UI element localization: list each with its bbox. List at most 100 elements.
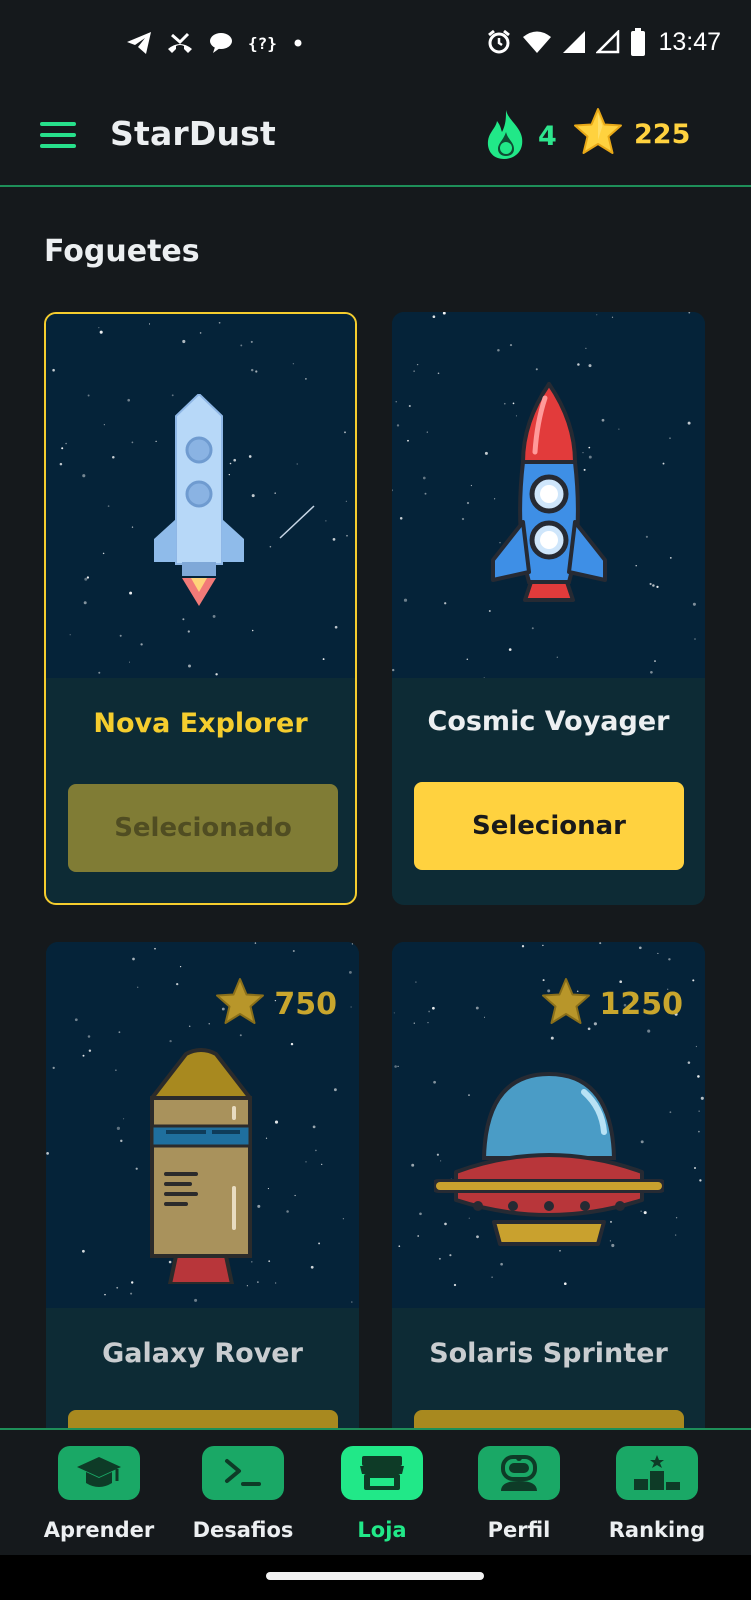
nav-label: Loja bbox=[357, 1518, 407, 1542]
background-star bbox=[693, 1166, 697, 1170]
background-star bbox=[269, 545, 272, 548]
background-star bbox=[437, 372, 440, 375]
background-star bbox=[102, 552, 105, 555]
rocket-card-cosmic-voyager[interactable]: Cosmic Voyager Selecionar bbox=[392, 312, 705, 905]
background-star bbox=[274, 492, 276, 494]
background-star bbox=[596, 314, 598, 316]
background-star bbox=[239, 1034, 242, 1037]
background-star bbox=[83, 601, 87, 605]
background-star bbox=[483, 1016, 486, 1018]
background-star bbox=[292, 363, 295, 365]
background-star bbox=[344, 431, 346, 434]
background-star bbox=[466, 501, 470, 505]
background-star bbox=[348, 970, 352, 974]
nav-label: Ranking bbox=[608, 1518, 706, 1542]
background-star bbox=[322, 658, 325, 661]
menu-button[interactable] bbox=[38, 118, 78, 152]
graduation-cap-icon bbox=[77, 1457, 121, 1487]
background-star bbox=[497, 349, 500, 352]
background-star bbox=[645, 535, 648, 538]
nav-label: Desafios bbox=[192, 1518, 294, 1542]
background-star bbox=[407, 439, 409, 442]
background-star bbox=[98, 327, 100, 329]
background-star bbox=[654, 660, 656, 663]
select-button[interactable]: Selecionar bbox=[414, 782, 684, 870]
streak-counter[interactable]: 4 bbox=[484, 108, 557, 164]
nav-item-ranking[interactable]: Ranking bbox=[587, 1446, 727, 1542]
background-star bbox=[611, 316, 614, 318]
background-star bbox=[509, 344, 513, 347]
background-star bbox=[315, 1149, 317, 1152]
background-star bbox=[556, 656, 558, 658]
background-star bbox=[675, 1217, 678, 1219]
selected-button[interactable]: Selecionado bbox=[68, 784, 338, 872]
chat-bubble-icon bbox=[208, 31, 234, 55]
background-star bbox=[182, 618, 185, 621]
background-star bbox=[218, 321, 221, 324]
background-star bbox=[199, 332, 202, 334]
rocket-cosmic-voyager-icon bbox=[491, 382, 607, 602]
background-star bbox=[394, 1065, 397, 1068]
background-star bbox=[135, 1167, 138, 1170]
background-star bbox=[310, 1265, 314, 1269]
background-star bbox=[194, 1298, 198, 1302]
nav-label: Perfil bbox=[487, 1518, 551, 1542]
background-star bbox=[88, 1049, 92, 1052]
background-star bbox=[286, 1210, 289, 1213]
background-star bbox=[179, 965, 182, 968]
background-star bbox=[396, 424, 400, 427]
background-star bbox=[116, 1286, 119, 1289]
background-star bbox=[119, 634, 122, 637]
nav-item-aprender[interactable]: Aprender bbox=[29, 1446, 169, 1542]
background-star bbox=[305, 378, 307, 380]
background-star bbox=[662, 462, 665, 465]
bottom-nav: Aprender Desafios Loja Perfil Ranking bbox=[0, 1428, 751, 1555]
nav-item-loja[interactable]: Loja bbox=[312, 1446, 452, 1542]
background-star bbox=[148, 323, 151, 325]
background-star bbox=[470, 484, 472, 487]
rocket-card-nova-explorer[interactable]: Nova Explorer Selecionado bbox=[44, 312, 357, 905]
rocket-card-galaxy-rover[interactable]: 750 Galaxy Rover bbox=[46, 942, 359, 1462]
background-star bbox=[265, 1137, 268, 1139]
background-star bbox=[432, 315, 436, 319]
stars-counter[interactable]: 225 bbox=[572, 106, 690, 162]
background-star bbox=[692, 979, 695, 982]
background-star bbox=[104, 1293, 106, 1296]
background-star bbox=[599, 942, 602, 945]
background-star bbox=[318, 1242, 321, 1245]
background-star bbox=[112, 456, 115, 459]
app-title: StarDust bbox=[110, 114, 276, 153]
space-preview: 750 bbox=[46, 942, 359, 1308]
background-star bbox=[453, 1283, 457, 1287]
code-braces-icon: {?} bbox=[248, 33, 277, 53]
background-star bbox=[251, 629, 254, 632]
background-star bbox=[267, 1188, 269, 1190]
background-star bbox=[692, 602, 696, 606]
background-star bbox=[123, 1118, 125, 1120]
background-star bbox=[188, 1025, 191, 1027]
background-star bbox=[466, 658, 469, 660]
background-star bbox=[346, 534, 348, 537]
home-gesture-handle[interactable] bbox=[266, 1572, 484, 1580]
background-star bbox=[635, 564, 637, 567]
nav-item-desafios[interactable]: Desafios bbox=[173, 1446, 313, 1542]
background-star bbox=[577, 363, 580, 366]
background-star bbox=[351, 1301, 353, 1303]
background-star bbox=[669, 1111, 672, 1114]
background-star bbox=[334, 625, 338, 629]
background-star bbox=[103, 424, 105, 426]
background-star bbox=[131, 441, 134, 444]
background-star bbox=[118, 1031, 121, 1034]
background-star bbox=[424, 492, 427, 495]
rocket-galaxy-rover-icon bbox=[150, 1048, 252, 1284]
background-star bbox=[65, 442, 67, 445]
background-star bbox=[687, 421, 691, 425]
background-star bbox=[296, 463, 298, 465]
nav-item-perfil[interactable]: Perfil bbox=[449, 1446, 589, 1542]
background-star bbox=[132, 957, 135, 961]
background-star bbox=[131, 1281, 134, 1284]
rocket-card-solaris-sprinter[interactable]: 1250 Solaris Sprinter bbox=[392, 942, 705, 1462]
nav-icon-container bbox=[616, 1446, 698, 1500]
background-star bbox=[542, 944, 544, 947]
background-star bbox=[669, 437, 671, 439]
